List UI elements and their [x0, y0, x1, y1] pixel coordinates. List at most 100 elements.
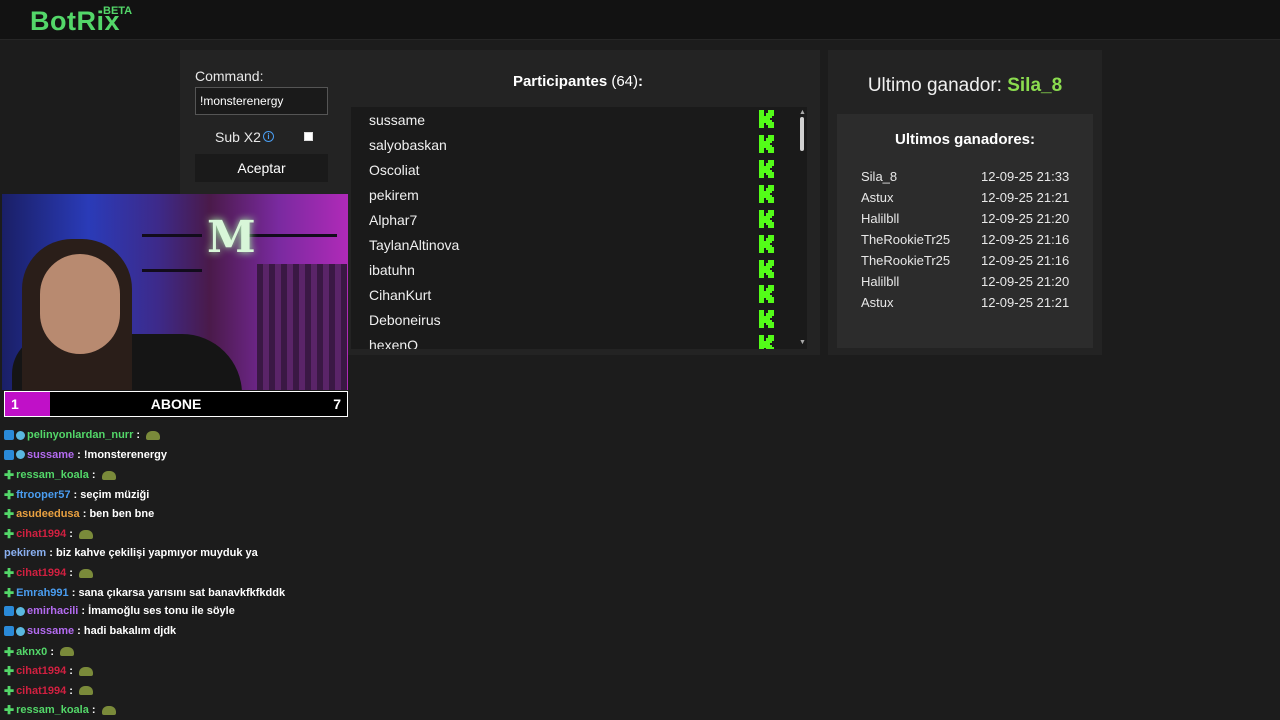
chat-message: ✚ asudeedusa : ben ben bne — [4, 507, 154, 526]
participant-name: Alphar7 — [369, 212, 418, 228]
chat-username[interactable]: ressam_koala — [16, 469, 89, 481]
chat-overlay: pelinyonlardan_nurr : sussame : !monster… — [0, 418, 350, 720]
participant-row[interactable]: salyobaskan — [351, 132, 791, 157]
shelf — [247, 234, 337, 237]
gem-badge-icon — [16, 450, 25, 460]
scroll-down-icon[interactable]: ▼ — [799, 339, 806, 346]
scroll-thumb[interactable] — [800, 117, 804, 151]
kick-icon — [759, 160, 776, 178]
participant-row[interactable]: pekirem — [351, 182, 791, 207]
sub-badge-icon — [4, 626, 14, 637]
last-winner-name: Sila_8 — [1007, 75, 1063, 96]
chat-username[interactable]: pelinyonlardan_nurr — [27, 429, 133, 441]
chat-message: emirhacili : İmamoğlu ses tonu ile söyle — [4, 605, 235, 624]
participant-row[interactable]: Deboneirus — [351, 307, 791, 332]
participant-name: Oscoliat — [369, 162, 420, 178]
chat-username[interactable]: Emrah991 — [16, 587, 69, 599]
winner-name: Halilbll — [861, 274, 900, 289]
chat-separator: : — [70, 488, 81, 501]
participants-count: (64) — [611, 73, 639, 90]
command-input[interactable] — [195, 87, 328, 115]
chat-message: ✚ ftrooper57 : seçim müziği — [4, 488, 149, 507]
command-label: Command: — [195, 68, 264, 84]
chat-separator: : — [46, 546, 56, 559]
plus-badge-icon: ✚ — [4, 566, 15, 581]
chat-username[interactable]: emirhacili — [27, 605, 78, 617]
plus-badge-icon: ✚ — [4, 664, 15, 679]
participant-row[interactable]: Alphar7 — [351, 207, 791, 232]
chat-message: ✚ aknx0 : — [4, 644, 75, 664]
participants-colon: : — [638, 73, 644, 90]
participant-row[interactable]: ibatuhn — [351, 257, 791, 282]
chat-text: !monsterenergy — [83, 448, 168, 461]
participant-name: pekirem — [369, 187, 419, 203]
plus-badge-icon: ✚ — [4, 644, 15, 659]
sub-x2-checkbox[interactable] — [304, 132, 313, 141]
webcam-feed: M — [2, 194, 348, 390]
chat-separator: : — [66, 684, 76, 697]
chat-username[interactable]: ressam_koala — [16, 704, 89, 716]
chat-message: ✚ ressam_koala : — [4, 703, 116, 720]
plus-badge-icon: ✚ — [4, 703, 15, 718]
chat-message: ✚ Emrah991 : sana çıkarsa yarısını sat ba… — [4, 586, 285, 605]
emote-icon — [60, 647, 75, 657]
winner-name: Sila_8 — [861, 169, 898, 184]
chat-text: seçim müziği — [80, 488, 150, 501]
accept-button[interactable]: Aceptar — [195, 154, 328, 182]
info-icon[interactable]: i — [263, 131, 274, 142]
chat-username[interactable]: cihat1994 — [16, 567, 66, 579]
winners-title: Ultimos ganadores: — [894, 131, 1036, 148]
monster-logo-icon: M — [207, 212, 256, 263]
participant-row[interactable]: sussame — [351, 107, 791, 132]
emote-icon — [101, 470, 116, 480]
chat-username[interactable]: sussame — [27, 449, 74, 461]
emote-icon — [79, 686, 93, 696]
chat-message: pekirem : biz kahve çekilişi yapmıyor mu… — [4, 547, 258, 566]
chat-username[interactable]: cihat1994 — [16, 685, 66, 697]
plus-badge-icon: ✚ — [4, 468, 15, 483]
chat-username[interactable]: sussame — [27, 625, 74, 637]
kick-icon — [759, 260, 776, 278]
plus-badge-icon: ✚ — [4, 507, 15, 522]
chat-separator: : — [88, 704, 99, 717]
chat-username[interactable]: cihat1994 — [16, 665, 66, 677]
participant-row[interactable]: hexenO — [351, 332, 791, 349]
gem-badge-icon — [16, 606, 25, 616]
chat-message: pelinyonlardan_nurr : — [4, 429, 161, 448]
shelf — [142, 269, 202, 272]
last-winner-label: Ultimo ganador: — [867, 75, 1008, 96]
streamer-face — [40, 254, 120, 354]
sub-badge-icon — [4, 606, 14, 617]
sub-goal-bar: ABONE 1 7 — [4, 391, 348, 417]
chat-username[interactable]: cihat1994 — [16, 528, 66, 540]
chat-separator: : — [47, 645, 58, 658]
sub-badge-icon — [4, 430, 14, 441]
participants-scrollbar[interactable]: ▲ ▼ — [797, 109, 807, 349]
chat-username[interactable]: ftrooper57 — [16, 489, 70, 501]
participant-name: hexenO — [369, 337, 419, 349]
participants-list[interactable]: sussame salyobaskan Oscoliat pekirem Alphar7… — [351, 107, 807, 349]
chat-separator: : — [74, 625, 84, 637]
plus-badge-icon: ✚ — [4, 683, 15, 698]
participant-row[interactable]: TaylanAltinova — [351, 232, 791, 257]
chat-username[interactable]: aknx0 — [16, 646, 47, 658]
shelf — [142, 234, 202, 237]
top-bar: BotRix BETA — [0, 0, 1280, 40]
chat-separator: : — [66, 665, 76, 678]
chat-separator: : — [79, 508, 90, 521]
plus-badge-icon: ✚ — [4, 585, 15, 600]
participant-row[interactable]: CihanKurt — [351, 282, 791, 307]
winner-date: 12-09-25 21:21 — [981, 190, 1070, 205]
winner-date: 12-09-25 21:33 — [981, 169, 1070, 184]
kick-icon — [759, 235, 776, 253]
chat-username[interactable]: pekirem — [4, 547, 46, 559]
participant-row[interactable]: Oscoliat — [351, 157, 791, 182]
chat-username[interactable]: asudeedusa — [16, 508, 80, 520]
participant-name: CihanKurt — [369, 287, 432, 303]
scroll-up-icon[interactable]: ▲ — [799, 109, 806, 116]
sub-goal-label: ABONE — [150, 396, 202, 412]
winner-date: 12-09-25 21:20 — [981, 211, 1070, 226]
chat-text: ben ben bne — [89, 508, 155, 521]
winner-date: 12-09-25 21:21 — [981, 295, 1070, 310]
chat-separator: : — [78, 605, 89, 618]
